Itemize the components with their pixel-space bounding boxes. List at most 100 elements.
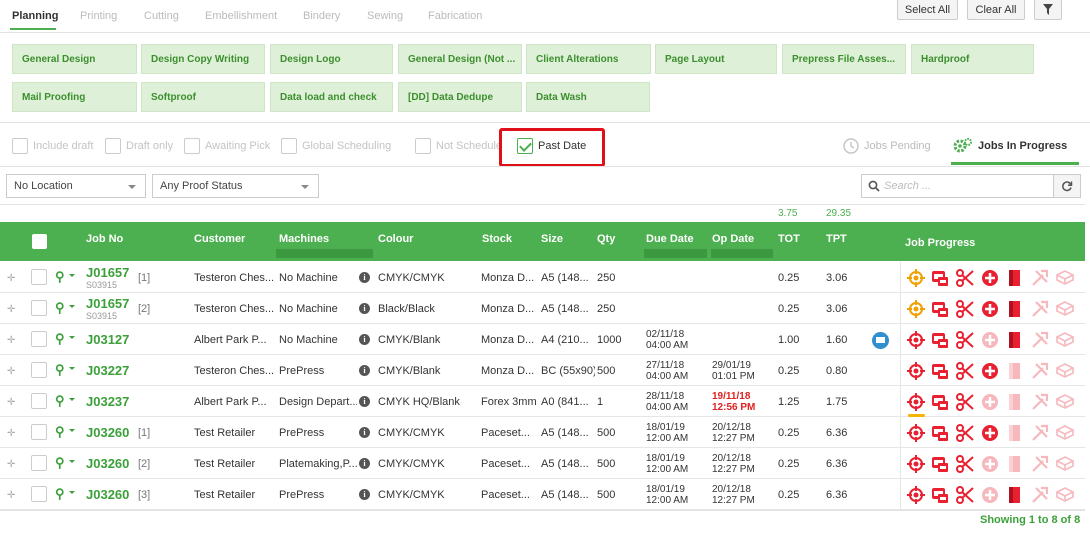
col-size[interactable]: Size xyxy=(541,233,563,245)
job-number-link[interactable]: J01657 xyxy=(86,265,129,280)
job-number-link[interactable]: J01657 xyxy=(86,296,129,311)
process-button[interactable]: Data load and check xyxy=(270,82,393,112)
info-icon[interactable]: i xyxy=(359,303,370,314)
plus-circle-icon[interactable] xyxy=(981,331,999,349)
job-number-link[interactable]: J03260 xyxy=(86,425,129,440)
drag-handle-icon[interactable]: ✛ xyxy=(7,366,15,377)
table-row[interactable]: ✛ ⚲ J03260 [3] Test Retailer PrePress i CMYK/CM… xyxy=(0,479,1085,510)
chevron-down-icon[interactable] xyxy=(69,336,75,339)
row-checkbox[interactable] xyxy=(31,393,47,409)
tab-planning[interactable]: Planning xyxy=(12,10,58,22)
tab-cutting[interactable]: Cutting xyxy=(144,10,179,22)
table-row[interactable]: ✛ ⚲ J03227 Testeron Ches... PrePress i CMYK/Bl… xyxy=(0,355,1085,386)
location-select[interactable]: No Location xyxy=(6,174,146,198)
drag-handle-icon[interactable]: ✛ xyxy=(7,273,15,284)
book-icon[interactable] xyxy=(1006,455,1024,473)
scissors-icon[interactable] xyxy=(956,362,974,380)
job-number-link[interactable]: J03260 xyxy=(86,456,129,471)
box-icon[interactable] xyxy=(1055,455,1075,473)
job-number-link[interactable]: J03227 xyxy=(86,363,129,378)
machines-filter-input[interactable] xyxy=(276,249,373,258)
tools-icon[interactable] xyxy=(1031,362,1049,380)
col-op-date[interactable]: Op Date xyxy=(712,233,754,245)
job-number-link[interactable]: J03127 xyxy=(86,332,129,347)
process-button[interactable]: Data Wash xyxy=(526,82,650,112)
table-row[interactable]: ✛ ⚲ J03237 Albert Park P... Design Depart...… xyxy=(0,386,1085,417)
drag-handle-icon[interactable]: ✛ xyxy=(7,304,15,315)
col-customer[interactable]: Customer xyxy=(194,233,245,245)
chevron-down-icon[interactable] xyxy=(69,274,75,277)
book-icon[interactable] xyxy=(1006,362,1024,380)
search-input[interactable]: Search ... xyxy=(861,174,1054,198)
target-icon[interactable] xyxy=(907,362,925,380)
table-row[interactable]: ✛ ⚲ J03127 Albert Park P... No Machine i CMYK/… xyxy=(0,324,1085,355)
filter-4-checkbox[interactable]: Not Schedule xyxy=(415,137,502,155)
scissors-icon[interactable] xyxy=(956,269,974,287)
col-tpt[interactable]: TPT xyxy=(826,233,847,245)
drag-handle-icon[interactable]: ✛ xyxy=(7,335,15,346)
box-icon[interactable] xyxy=(1055,393,1075,411)
col-due-date[interactable]: Due Date xyxy=(646,233,694,245)
scissors-icon[interactable] xyxy=(956,331,974,349)
book-icon[interactable] xyxy=(1006,269,1024,287)
chevron-down-icon[interactable] xyxy=(69,491,75,494)
tab-printing[interactable]: Printing xyxy=(80,10,117,22)
info-icon[interactable]: i xyxy=(359,427,370,438)
clear-all-button[interactable]: Clear All xyxy=(967,0,1025,20)
chevron-down-icon[interactable] xyxy=(69,305,75,308)
row-checkbox[interactable] xyxy=(31,300,47,316)
job-number-link[interactable]: J03260 xyxy=(86,487,129,502)
tab-sewing[interactable]: Sewing xyxy=(367,10,403,22)
col-machines[interactable]: Machines xyxy=(279,233,329,245)
tab-embellishment[interactable]: Embellishment xyxy=(205,10,277,22)
zoom-icon[interactable]: ⚲ xyxy=(55,455,65,471)
table-row[interactable]: ✛ ⚲ J03260 [2] Test Retailer Platemaking,P...… xyxy=(0,448,1085,479)
zoom-icon[interactable]: ⚲ xyxy=(55,486,65,502)
filter-button[interactable] xyxy=(1034,0,1062,20)
plus-circle-icon[interactable] xyxy=(981,486,999,504)
box-icon[interactable] xyxy=(1055,362,1075,380)
checkbox-box[interactable] xyxy=(12,138,28,154)
proof-icon[interactable] xyxy=(931,331,949,349)
col-colour[interactable]: Colour xyxy=(378,233,413,245)
plus-circle-icon[interactable] xyxy=(981,300,999,318)
job-number-link[interactable]: J03237 xyxy=(86,394,129,409)
drag-handle-icon[interactable]: ✛ xyxy=(7,459,15,470)
zoom-icon[interactable]: ⚲ xyxy=(55,393,65,409)
scissors-icon[interactable] xyxy=(956,486,974,504)
row-checkbox[interactable] xyxy=(31,424,47,440)
process-button[interactable]: Page Layout xyxy=(655,44,777,74)
checkbox-box[interactable] xyxy=(415,138,431,154)
process-button[interactable]: Hardproof xyxy=(911,44,1034,74)
filter-1-checkbox[interactable]: Draft only xyxy=(105,137,173,155)
due-date-filter-input[interactable] xyxy=(644,249,707,258)
box-icon[interactable] xyxy=(1055,486,1075,504)
col-job-no[interactable]: Job No xyxy=(86,233,123,245)
process-button[interactable]: Design Copy Writing xyxy=(141,44,265,74)
checkbox-box[interactable] xyxy=(281,138,297,154)
refresh-button[interactable] xyxy=(1053,174,1081,198)
proof-status-select[interactable]: Any Proof Status xyxy=(152,174,319,198)
process-button[interactable]: Design Logo xyxy=(270,44,393,74)
target-icon[interactable] xyxy=(907,300,925,318)
target-icon[interactable] xyxy=(907,486,925,504)
proof-icon[interactable] xyxy=(931,300,949,318)
select-all-checkbox[interactable] xyxy=(32,234,47,249)
book-icon[interactable] xyxy=(1006,486,1024,504)
plus-circle-icon[interactable] xyxy=(981,362,999,380)
info-icon[interactable]: i xyxy=(359,334,370,345)
plus-circle-icon[interactable] xyxy=(981,269,999,287)
tools-icon[interactable] xyxy=(1031,486,1049,504)
tools-icon[interactable] xyxy=(1031,393,1049,411)
table-row[interactable]: ✛ ⚲ J01657 S03915 [2] Testeron Ches... No Mach… xyxy=(0,293,1085,324)
col-stock[interactable]: Stock xyxy=(482,233,512,245)
checkbox-box[interactable] xyxy=(105,138,121,154)
book-icon[interactable] xyxy=(1006,393,1024,411)
filter-0-checkbox[interactable]: Include draft xyxy=(12,137,94,155)
target-icon[interactable] xyxy=(907,269,925,287)
proof-icon[interactable] xyxy=(931,455,949,473)
plus-circle-icon[interactable] xyxy=(981,424,999,442)
target-icon[interactable] xyxy=(907,455,925,473)
zoom-icon[interactable]: ⚲ xyxy=(55,331,65,347)
row-checkbox[interactable] xyxy=(31,362,47,378)
